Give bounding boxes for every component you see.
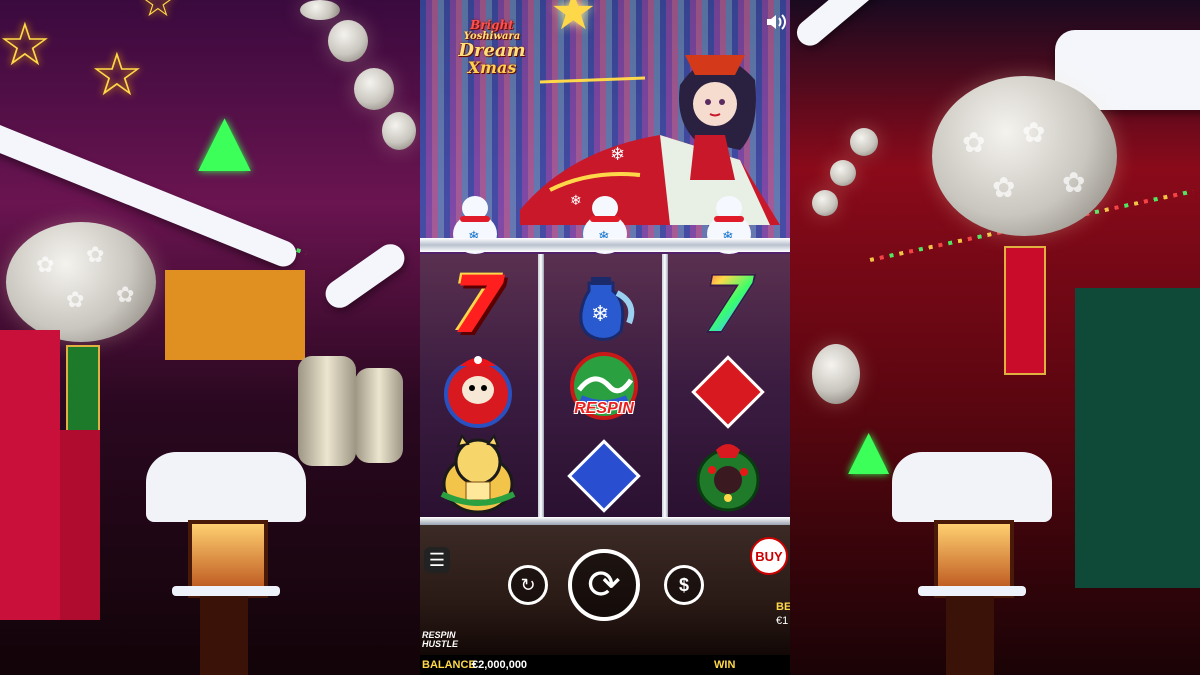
- paper-lantern: [812, 344, 860, 404]
- bet-value: €1: [776, 615, 789, 627]
- blue-card-symbol: [554, 436, 654, 516]
- snowy-roof: [320, 238, 410, 314]
- slot-game-panel: ★ Bright Yoshiwara Dream Xmas ❄ ❄ ❄ ❄ ❄: [420, 0, 790, 675]
- red-seven-symbol: 7: [450, 261, 506, 351]
- balance-label: BALANCE: [422, 659, 476, 671]
- spin-icon[interactable]: ⟳: [568, 549, 640, 621]
- reel-1: 7: [420, 254, 538, 524]
- star-light-decoration: ☆: [140, 0, 176, 25]
- wreath-symbol: [678, 434, 778, 514]
- awning: [165, 270, 305, 360]
- paper-lantern: [300, 0, 340, 20]
- paper-lantern: ✿ ✿ ✿ ✿: [6, 222, 156, 342]
- red-card-symbol: [678, 352, 778, 432]
- snow-ledge: [172, 586, 280, 596]
- reel-2: ❄ RESPIN: [544, 254, 662, 524]
- paper-lantern: [812, 190, 838, 216]
- paper-lantern: ✿ ✿ ✿ ✿: [932, 76, 1117, 236]
- noren-curtain: [1075, 288, 1200, 588]
- respin-label: RESPIN: [574, 400, 634, 417]
- snow-ledge: [918, 586, 1026, 596]
- reel-grid: 7 ❄ RESPIN 7: [420, 254, 790, 524]
- balance-value: €2,000,000: [472, 659, 528, 671]
- snowy-roof: [791, 0, 947, 51]
- rainbow-seven-symbol: 7: [700, 261, 756, 351]
- snowy-lamp-roof: [892, 452, 1052, 522]
- respin-symbol: RESPIN: [554, 350, 654, 430]
- bet-label: BET: [776, 601, 790, 613]
- hanging-banner: [1004, 246, 1046, 375]
- status-bar: BALANCE €2,000,000 WIN: [420, 655, 790, 675]
- paper-lantern: [850, 128, 878, 156]
- paper-lantern: [328, 20, 368, 62]
- buy-button[interactable]: BUY: [750, 537, 788, 575]
- star-light-decoration: ☆: [0, 11, 52, 78]
- hamburger-icon[interactable]: ☰: [424, 547, 450, 573]
- cylinder-lantern: [355, 368, 403, 463]
- svg-text:❄: ❄: [610, 144, 625, 165]
- top-star-ornament: ★: [550, 0, 597, 41]
- reel-3: 7: [668, 254, 790, 524]
- svg-text:❄: ❄: [591, 302, 609, 327]
- tree-light-decoration: ▲: [180, 91, 270, 191]
- noren-curtain: [60, 430, 100, 620]
- autoplay-icon[interactable]: ↻: [508, 565, 548, 605]
- star-light-decoration: ☆: [90, 41, 144, 108]
- lucky-cat-symbol: [428, 434, 528, 514]
- sake-bottle-symbol: ❄: [554, 268, 654, 348]
- noren-curtain: [0, 330, 60, 620]
- respin-hustle-logo: RESPIN HUSTLE: [422, 630, 458, 649]
- lantern-post: [200, 590, 248, 675]
- control-bar: ☰ ↻ ⟳ $ BUY BET €1 RESPIN HUSTLE: [420, 525, 790, 655]
- dollar-coin-icon[interactable]: $: [664, 565, 704, 605]
- win-label: WIN: [714, 659, 736, 671]
- left-background-scene: ☆ ☆ ☆ ▲ ✿ ✿ ✿ ✿: [0, 0, 420, 675]
- reel-top-rail: [420, 238, 790, 252]
- lantern-post: [946, 590, 994, 675]
- speaker-icon[interactable]: [765, 12, 787, 38]
- paper-lantern: [830, 160, 856, 186]
- cylinder-lantern: [298, 356, 356, 466]
- daruma-symbol: [428, 350, 528, 430]
- reel-bottom-rail: [420, 517, 790, 525]
- right-background-scene: ✿ ✿ ✿ ✿ ▲: [790, 0, 1200, 675]
- paper-lantern: [354, 68, 394, 110]
- snowy-lamp-roof: [146, 452, 306, 522]
- paper-lantern: [382, 112, 416, 150]
